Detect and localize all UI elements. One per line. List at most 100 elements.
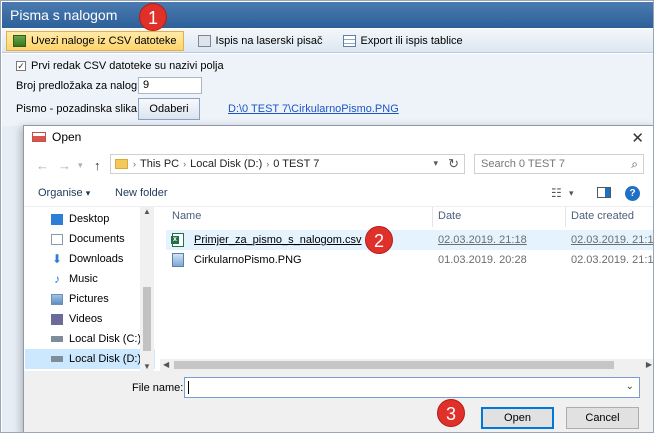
file-list-scroll-thumb[interactable] (174, 361, 614, 369)
template-count-label: Broj predložaka za nalog (16, 80, 138, 92)
dialog-title: Open (52, 130, 82, 144)
nav-item-documents[interactable]: Documents (25, 229, 155, 249)
chevron-down-icon: ▾ (85, 188, 91, 198)
dialog-title-bar: Open (24, 126, 653, 148)
pictures-icon (51, 293, 63, 305)
nav-item-label: Pictures (69, 293, 109, 305)
import-csv-button[interactable]: Uvezi naloge iz CSV datoteke (6, 30, 184, 51)
up-arrow-icon[interactable]: ↑ (94, 158, 101, 173)
command-bar: Organise ▾ New folder ☷ ▾ ? (24, 181, 653, 207)
first-row-option[interactable]: ✓ Prvi redak CSV datoteke su nazivi polj… (16, 60, 224, 72)
cancel-button[interactable]: Cancel (566, 407, 639, 429)
nav-item-local-disk-c[interactable]: Local Disk (C:) (25, 329, 155, 349)
file-row-png[interactable]: CirkularnoPismo.PNG 01.03.2019. 20:28 02… (166, 250, 653, 270)
breadcrumb-local-disk-d[interactable]: Local Disk (D:) (190, 158, 262, 170)
file-date: 02.03.2019. 21:18 (438, 234, 527, 246)
search-input[interactable]: Search 0 TEST 7 ⌕ (474, 154, 644, 174)
column-divider[interactable] (565, 207, 566, 227)
organise-label: Organise (38, 187, 83, 199)
folder-icon (115, 159, 128, 169)
view-options-icon[interactable]: ☷ (551, 186, 562, 200)
import-settings-panel: ✓ Prvi redak CSV datoteke su nazivi polj… (2, 54, 653, 126)
dialog-footer: File name: ⌄ Open Cancel (24, 371, 653, 432)
template-count-value: 9 (143, 79, 150, 91)
breadcrumb-test-folder[interactable]: 0 TEST 7 (273, 158, 319, 170)
screenshot-frame: Pisma s nalogom Uvezi naloge iz CSV dato… (0, 0, 654, 433)
search-placeholder: Search 0 TEST 7 (481, 158, 565, 170)
file-name-input[interactable]: ⌄ (184, 377, 640, 398)
back-arrow-icon[interactable]: ← (36, 158, 49, 173)
nav-item-label: Videos (69, 313, 103, 325)
choose-background-button[interactable]: Odaberi (138, 98, 200, 120)
downloads-icon: ⬇ (51, 251, 63, 266)
breadcrumb-chevron-icon: › (133, 159, 136, 169)
nav-item-label: Music (69, 273, 98, 285)
app-left-strip (2, 126, 24, 432)
drive-d-icon (51, 356, 63, 362)
new-folder-button[interactable]: New folder (115, 187, 168, 199)
view-dropdown-icon[interactable]: ▾ (569, 188, 574, 199)
file-name: CirkularnoPismo.PNG (194, 254, 302, 266)
address-bar[interactable]: › This PC › Local Disk (D:) › 0 TEST 7 ▾… (110, 154, 465, 174)
png-image-icon (172, 253, 184, 267)
nav-item-desktop[interactable]: Desktop (25, 209, 155, 229)
address-row: ← → ▾ ↑ › This PC › Local Disk (D:) › 0 … (24, 152, 653, 178)
app-title-bar: Pisma s nalogom (2, 2, 653, 28)
breadcrumb-this-pc[interactable]: This PC (140, 158, 179, 170)
file-name: Primjer_za_pismo_s_nalogom.csv (194, 234, 362, 246)
printer-icon (197, 34, 211, 47)
file-date: 01.03.2019. 20:28 (438, 254, 527, 266)
scroll-right-icon[interactable]: ▶ (646, 360, 652, 369)
laser-print-button[interactable]: Ispis na laserski pisač (192, 31, 329, 51)
close-icon[interactable]: ✕ (631, 129, 644, 147)
app-toolbar: Uvezi naloge iz CSV datoteke Ispis na la… (2, 29, 653, 53)
nav-item-label: Local Disk (C:) (69, 333, 142, 345)
nav-item-label: Downloads (69, 253, 124, 265)
forward-arrow-icon[interactable]: → (58, 158, 71, 173)
nav-item-downloads[interactable]: ⬇ Downloads (25, 249, 155, 269)
nav-item-music[interactable]: ♪ Music (25, 269, 155, 289)
first-row-checkbox[interactable]: ✓ (16, 61, 26, 71)
step-badge-1: 1 (139, 3, 167, 31)
export-table-button[interactable]: Export ili ispis tablice (337, 31, 469, 51)
open-button[interactable]: Open (481, 407, 554, 429)
scroll-up-icon[interactable]: ▲ (143, 207, 151, 216)
scroll-down-icon[interactable]: ▼ (143, 362, 151, 371)
nav-item-label: Local Disk (D:) (69, 353, 142, 365)
videos-icon (51, 313, 63, 325)
column-header-date[interactable]: Date (438, 210, 461, 222)
nav-item-videos[interactable]: Videos (25, 309, 155, 329)
import-icon (13, 34, 26, 47)
file-row-csv[interactable]: x Primjer_za_pismo_s_nalogom.csv 02.03.2… (166, 230, 653, 250)
help-icon[interactable]: ? (625, 186, 640, 201)
nav-item-label: Documents (69, 233, 125, 245)
column-header-name[interactable]: Name (172, 210, 201, 222)
nav-item-pictures[interactable]: Pictures (25, 289, 155, 309)
recent-dropdown-icon[interactable]: ▾ (78, 160, 83, 171)
background-path-link[interactable]: D:\0 TEST 7\CirkularnoPismo.PNG (228, 103, 399, 115)
text-caret (188, 381, 189, 394)
preview-pane-icon[interactable] (597, 187, 611, 198)
column-header-date-created[interactable]: Date created (571, 210, 634, 222)
table-icon (342, 34, 356, 47)
nav-scrollbar[interactable]: ▲ ▼ (140, 207, 154, 371)
file-list: Name Date Date created x Primjer_za_pism… (160, 207, 653, 371)
address-dropdown-icon[interactable]: ▾ (433, 158, 438, 169)
template-count-input[interactable]: 9 (138, 77, 202, 94)
column-divider[interactable] (432, 207, 433, 227)
desktop-icon (51, 213, 63, 225)
chevron-down-icon[interactable]: ⌄ (626, 381, 634, 392)
breadcrumb-chevron-icon: › (266, 159, 270, 169)
refresh-icon[interactable]: ↻ (448, 156, 459, 172)
drive-c-icon (51, 336, 63, 342)
organise-button[interactable]: Organise ▾ (38, 187, 90, 199)
nav-scroll-thumb[interactable] (143, 287, 151, 351)
template-count-row: Broj predložaka za nalog (16, 80, 137, 92)
navigation-pane: Desktop Documents ⬇ Downloads ♪ Music Pi… (25, 207, 155, 371)
scroll-left-icon[interactable]: ◀ (163, 360, 169, 369)
laser-print-label: Ispis na laserski pisač (215, 34, 323, 47)
file-list-scrollbar[interactable]: ◀ ▶ (160, 359, 653, 371)
nav-item-local-disk-d[interactable]: Local Disk (D:) (25, 349, 155, 369)
dialog-app-icon (32, 132, 46, 142)
nav-item-label: Desktop (69, 213, 110, 225)
